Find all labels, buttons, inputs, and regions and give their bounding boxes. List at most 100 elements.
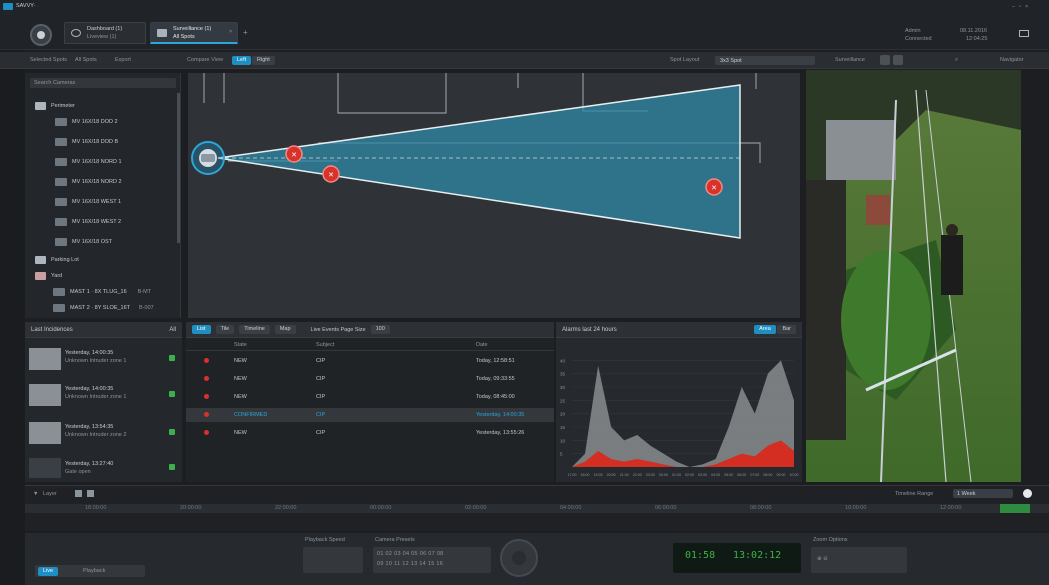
tree-item-label: MV 16X/18 OST — [72, 239, 113, 245]
export-menu[interactable]: Export — [115, 57, 131, 63]
time-display: 01:58 13:02:12 — [673, 543, 801, 573]
tree-group-perimeter[interactable]: Perimeter — [35, 99, 75, 113]
x-tick-label: 00:00 — [659, 473, 668, 477]
navigator-menu[interactable]: Navigator — [1000, 57, 1024, 63]
close-icon[interactable]: × — [229, 29, 232, 35]
incidence-item[interactable]: Yesterday, 13:54:35 Unknown Intruder zon… — [29, 418, 179, 450]
tree-group-yard[interactable]: Yard — [35, 269, 62, 283]
selected-spots-menu[interactable]: Selected Spots — [30, 57, 67, 63]
grid-icon[interactable] — [880, 55, 890, 65]
alarm-marker-1[interactable]: ✕ — [285, 145, 303, 163]
column-state[interactable]: State — [234, 342, 247, 348]
row-state: NEW — [234, 430, 247, 436]
tree-item[interactable]: MV 16X/18 NORD 2 — [55, 175, 122, 189]
status-indicator — [169, 355, 175, 361]
tree-group-parking[interactable]: Parking Lot — [35, 253, 79, 267]
incidence-desc: Gate open — [65, 469, 91, 475]
camera-presets-grid[interactable]: 01 02 03 04 05 06 07 08 09 10 11 12 13 1… — [373, 547, 491, 573]
incidences-filter[interactable]: All — [169, 327, 176, 333]
incidence-item[interactable]: Yesterday, 14:00:35 Unknown Intruder zon… — [29, 380, 179, 412]
view-right-button[interactable]: Right — [252, 56, 275, 65]
timeline-options-icon[interactable] — [1023, 489, 1032, 498]
svg-text:✕: ✕ — [328, 172, 334, 179]
timeline-layer-icon[interactable] — [75, 490, 82, 497]
home-button[interactable] — [30, 24, 52, 46]
zoom-icon[interactable]: ⊕ ⊖ — [817, 556, 828, 562]
alarm-marker-2[interactable]: ✕ — [322, 165, 340, 183]
menu-icon[interactable] — [1019, 30, 1029, 37]
timeline-layer-icon-2[interactable] — [87, 490, 94, 497]
tree-scrollbar[interactable] — [177, 93, 180, 243]
row-state: NEW — [234, 376, 247, 382]
tab-dashboard[interactable]: Dashboard (1) Liveview (1) — [64, 22, 146, 44]
chart-bar-toggle[interactable]: Bar — [777, 325, 796, 334]
tree-item[interactable]: MAST 2 · 8Y SLOE_16T B-007 — [53, 301, 154, 315]
tab-map[interactable]: Map — [274, 325, 296, 334]
live-playback-switch[interactable]: Live Playback — [35, 565, 145, 577]
chart-area-toggle[interactable]: Area — [754, 325, 776, 334]
alarm-marker-3[interactable]: ✕ — [705, 178, 723, 196]
connection-state: Connected — [905, 36, 932, 42]
x-tick-label: 23:00 — [646, 473, 655, 477]
view-left-button[interactable]: Left — [232, 56, 252, 65]
incidence-thumbnail — [29, 384, 61, 406]
live-button[interactable]: Live — [38, 566, 59, 576]
incidence-thumbnail — [29, 422, 61, 444]
incidence-thumbnail — [29, 458, 61, 478]
table-row[interactable]: NEW CIP Today, 09:33:55 — [186, 372, 554, 386]
column-subject[interactable]: Subject — [316, 342, 334, 348]
search-icon[interactable]: ⌕ — [955, 57, 958, 64]
map-panel[interactable]: ✕ ✕ ✕ — [188, 73, 800, 318]
zoom-options-control[interactable]: ⊕ ⊖ — [811, 547, 907, 573]
incidence-item[interactable]: Yesterday, 14:00:35 Unknown Intruder zon… — [29, 344, 179, 376]
all-spots-menu[interactable]: All Spots — [75, 57, 97, 63]
zoom-options-label: Zoom Options — [813, 537, 848, 543]
timeline-ruler[interactable] — [25, 504, 1049, 513]
tree-item[interactable]: MV 16X/18 DOD 2 — [55, 115, 118, 129]
alarm-icon — [204, 376, 209, 381]
timeline-range-select[interactable]: 1 Week — [953, 489, 1013, 498]
tab-surveillance[interactable]: Surveillance (1) All Spots × — [150, 22, 238, 44]
tree-item[interactable]: MV 16X/18 WEST 2 — [55, 215, 121, 229]
camera-search-field[interactable]: Search Cameras — [30, 78, 176, 88]
timeline-filter-icon[interactable]: ▼ — [33, 491, 38, 497]
tab-list[interactable]: List — [192, 325, 211, 334]
add-tab-button[interactable]: + — [243, 28, 248, 37]
page-size-select[interactable]: 100 — [370, 325, 390, 334]
playback-button[interactable]: Playback — [83, 568, 105, 574]
tree-item[interactable]: MAST 1 · 8X TLUG_16 B-MT — [53, 285, 151, 299]
timeline-bar[interactable]: ▼ Layer Timeline Range 1 Week 18:00:00 20… — [25, 485, 1049, 531]
table-row-selected[interactable]: CONFIRMED CIP Yesterday, 14:00:35 — [186, 408, 554, 422]
tree-item[interactable]: MV 16X/18 WEST 1 — [55, 195, 121, 209]
x-tick-label: 01:00 — [672, 473, 681, 477]
table-row[interactable]: NEW CIP Yesterday, 13:55:26 — [186, 426, 554, 440]
tree-item[interactable]: MV 16X/18 NORD 1 — [55, 155, 122, 169]
tab-tile[interactable]: Tile — [215, 325, 235, 334]
status-indicator — [169, 391, 175, 397]
window-controls[interactable]: –▫× — [1012, 4, 1032, 10]
ptz-joystick[interactable] — [500, 539, 538, 577]
playback-speed-control[interactable] — [303, 547, 363, 573]
timeline-range-value: 1 Week — [957, 491, 976, 497]
preset-row-2[interactable]: 09 10 11 12 13 14 15 16 — [377, 561, 443, 567]
settings-icon[interactable] — [893, 55, 903, 65]
timeline-tick-label: 00:00:00 — [370, 505, 392, 511]
incidence-item[interactable]: Yesterday, 13:27:40 Gate open — [29, 456, 179, 480]
x-tick-label: 20:00 — [607, 473, 616, 477]
spot-layout-select[interactable]: 3x3 Spot — [715, 56, 815, 65]
timeline-current-marker[interactable] — [1000, 504, 1030, 513]
tree-item[interactable]: MV 16X/18 OST — [55, 235, 112, 249]
row-subject: CIP — [316, 412, 326, 418]
incidence-time: Yesterday, 14:00:35 — [65, 350, 114, 356]
table-row[interactable]: NEW CIP Today, 08:45:00 — [186, 390, 554, 404]
column-date[interactable]: Date — [476, 342, 488, 348]
tab-timeline[interactable]: Timeline — [239, 325, 270, 334]
timeline-tick-label: 08:00:00 — [750, 505, 772, 511]
row-state: CONFIRMED — [234, 412, 268, 418]
timeline-tick-label: 06:00:00 — [655, 505, 677, 511]
table-row[interactable]: NEW CIP Today, 12:58:51 — [186, 354, 554, 368]
camera-marker[interactable] — [191, 141, 225, 175]
preset-row-1[interactable]: 01 02 03 04 05 06 07 08 — [377, 551, 444, 557]
tree-item[interactable]: MV 16X/18 DOD B — [55, 135, 118, 149]
camera-video-feed[interactable] — [806, 70, 1021, 482]
